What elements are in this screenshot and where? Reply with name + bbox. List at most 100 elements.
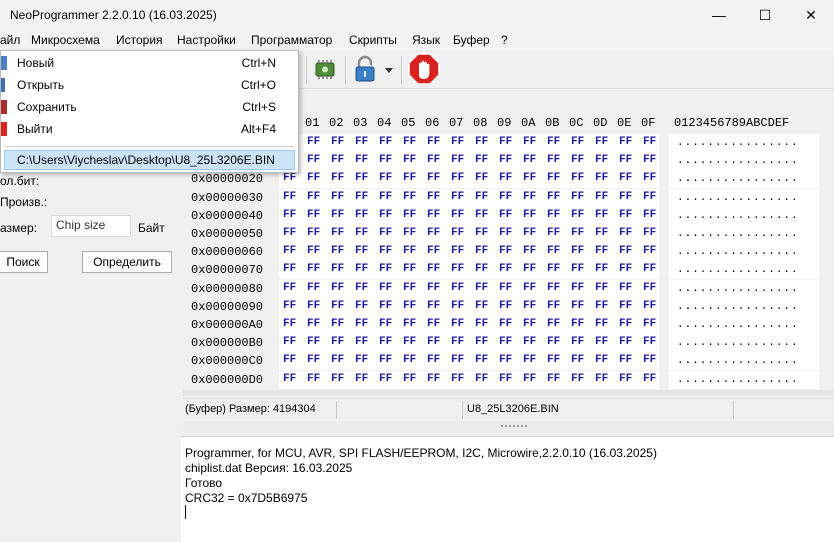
hex-byte[interactable]: FF [499, 336, 512, 348]
menu-item-save[interactable]: Сохранить Ctrl+S [1, 96, 298, 118]
hex-byte[interactable]: FF [595, 282, 608, 294]
hex-byte[interactable]: FF [307, 282, 320, 294]
hex-byte[interactable]: FF [427, 263, 440, 275]
hex-byte[interactable]: FF [619, 209, 632, 221]
hex-byte[interactable]: FF [547, 245, 560, 257]
hex-byte[interactable]: FF [355, 373, 368, 385]
hex-byte[interactable]: FF [403, 191, 416, 203]
hex-byte[interactable]: FF [619, 263, 632, 275]
hex-byte[interactable]: FF [307, 318, 320, 330]
hex-byte[interactable]: FF [523, 263, 536, 275]
hex-bytes[interactable]: FF FF FF FF FF FF FF FF FF FF FF FF FF FF FF FF [279, 243, 659, 262]
hex-ascii[interactable]: ................ [669, 297, 819, 316]
hex-byte[interactable]: FF [643, 172, 656, 184]
hex-byte[interactable]: FF [307, 263, 320, 275]
hex-byte[interactable]: FF [643, 245, 656, 257]
menu-help[interactable]: ? [501, 33, 508, 47]
hex-byte[interactable]: FF [451, 354, 464, 366]
hex-byte[interactable]: FF [595, 300, 608, 312]
menu-scripts[interactable]: Скрипты [349, 33, 397, 47]
hex-byte[interactable]: FF [379, 300, 392, 312]
menu-programmer[interactable]: Программатор [251, 33, 332, 47]
hex-byte[interactable]: FF [307, 300, 320, 312]
hex-byte[interactable]: FF [451, 154, 464, 166]
hex-byte[interactable]: FF [451, 300, 464, 312]
hex-byte[interactable]: FF [499, 318, 512, 330]
hex-byte[interactable]: FF [427, 191, 440, 203]
hex-byte[interactable]: FF [547, 191, 560, 203]
hex-byte[interactable]: FF [643, 354, 656, 366]
hex-byte[interactable]: FF [307, 336, 320, 348]
hex-byte[interactable]: FF [475, 263, 488, 275]
hex-byte[interactable]: FF [475, 300, 488, 312]
hex-row[interactable]: 0x00000060 FF FF FF FF FF FF FF FF FF FF FF FF FF FF FF… [183, 243, 834, 262]
hex-byte[interactable]: FF [379, 282, 392, 294]
hex-bytes[interactable]: FF FF FF FF FF FF FF FF FF FF FF FF FF FF FF FF [279, 279, 659, 298]
hex-byte[interactable]: FF [475, 373, 488, 385]
hex-byte[interactable]: FF [355, 300, 368, 312]
hex-byte[interactable]: FF [307, 245, 320, 257]
hex-byte[interactable]: FF [331, 136, 344, 148]
hex-byte[interactable]: FF [499, 227, 512, 239]
hex-ascii[interactable]: ................ [669, 152, 819, 171]
hex-byte[interactable]: FF [595, 154, 608, 166]
chevron-down-icon[interactable] [382, 54, 396, 84]
hex-byte[interactable]: FF [595, 245, 608, 257]
hex-bytes[interactable]: FF FF FF FF FF FF FF FF FF FF FF FF FF FF FF FF [279, 334, 659, 353]
hex-byte[interactable]: FF [427, 227, 440, 239]
hex-byte[interactable]: FF [499, 191, 512, 203]
hex-byte[interactable]: FF [475, 172, 488, 184]
hex-bytes[interactable]: FF FF FF FF FF FF FF FF FF FF FF FF FF FF FF FF [279, 297, 659, 316]
hex-byte[interactable]: FF [403, 172, 416, 184]
hex-byte[interactable]: FF [379, 191, 392, 203]
hex-byte[interactable]: FF [379, 354, 392, 366]
hex-byte[interactable]: FF [619, 282, 632, 294]
hex-bytes[interactable]: FF FF FF FF FF FF FF FF FF FF FF FF FF FF FF FF [279, 370, 659, 389]
hex-byte[interactable]: FF [571, 191, 584, 203]
hex-byte[interactable]: FF [331, 282, 344, 294]
hex-byte[interactable]: FF [307, 191, 320, 203]
hex-byte[interactable]: FF [499, 282, 512, 294]
hex-byte[interactable]: FF [283, 191, 296, 203]
menu-language[interactable]: Язык [412, 33, 440, 47]
hex-byte[interactable]: FF [355, 191, 368, 203]
hex-byte[interactable]: FF [475, 154, 488, 166]
hex-byte[interactable]: FF [643, 209, 656, 221]
hex-byte[interactable]: FF [619, 354, 632, 366]
hex-byte[interactable]: FF [283, 245, 296, 257]
hex-bytes[interactable]: FF FF FF FF FF FF FF FF FF FF FF FF FF FF FF FF [279, 170, 659, 189]
hex-byte[interactable]: FF [619, 336, 632, 348]
hex-row[interactable]: 0x00000040 FF FF FF FF FF FF FF FF FF FF FF FF FF FF FF… [183, 206, 834, 225]
menu-history[interactable]: История [116, 33, 163, 47]
hex-byte[interactable]: FF [499, 154, 512, 166]
search-button[interactable]: Поиск [0, 251, 48, 273]
hex-byte[interactable]: FF [571, 209, 584, 221]
hex-byte[interactable]: FF [355, 136, 368, 148]
hex-byte[interactable]: FF [547, 154, 560, 166]
hex-bytes[interactable]: FF FF FF FF FF FF FF FF FF FF FF FF FF FF FF FF [279, 316, 659, 334]
hex-bytes[interactable]: FF FF FF FF FF FF FF FF FF FF FF FF FF FF FF FF [279, 206, 659, 225]
hex-byte[interactable]: FF [595, 373, 608, 385]
hex-ascii[interactable]: ................ [669, 352, 819, 371]
hex-byte[interactable]: FF [523, 354, 536, 366]
hex-byte[interactable]: FF [331, 300, 344, 312]
hex-byte[interactable]: FF [571, 263, 584, 275]
hex-byte[interactable]: FF [403, 336, 416, 348]
hex-byte[interactable]: FF [355, 336, 368, 348]
hex-byte[interactable]: FF [331, 154, 344, 166]
hex-byte[interactable]: FF [499, 209, 512, 221]
hex-byte[interactable]: FF [571, 300, 584, 312]
hex-byte[interactable]: FF [547, 300, 560, 312]
hex-byte[interactable]: FF [427, 318, 440, 330]
log-output[interactable]: Programmer, for MCU, AVR, SPI FLASH/EEPR… [181, 436, 834, 542]
hex-byte[interactable]: FF [499, 263, 512, 275]
hex-bytes[interactable]: FF FF FF FF FF FF FF FF FF FF FF FF FF FF FF FF [279, 225, 659, 243]
hex-byte[interactable]: FF [283, 300, 296, 312]
hex-byte[interactable]: FF [523, 336, 536, 348]
menu-file[interactable]: айл [0, 33, 20, 47]
hex-row[interactable]: 0x00000050 FF FF FF FF FF FF FF FF FF FF FF FF FF FF FF… [183, 225, 834, 243]
hex-byte[interactable]: FF [547, 282, 560, 294]
hex-byte[interactable]: FF [643, 154, 656, 166]
hex-byte[interactable]: FF [595, 354, 608, 366]
hex-byte[interactable]: FF [571, 136, 584, 148]
